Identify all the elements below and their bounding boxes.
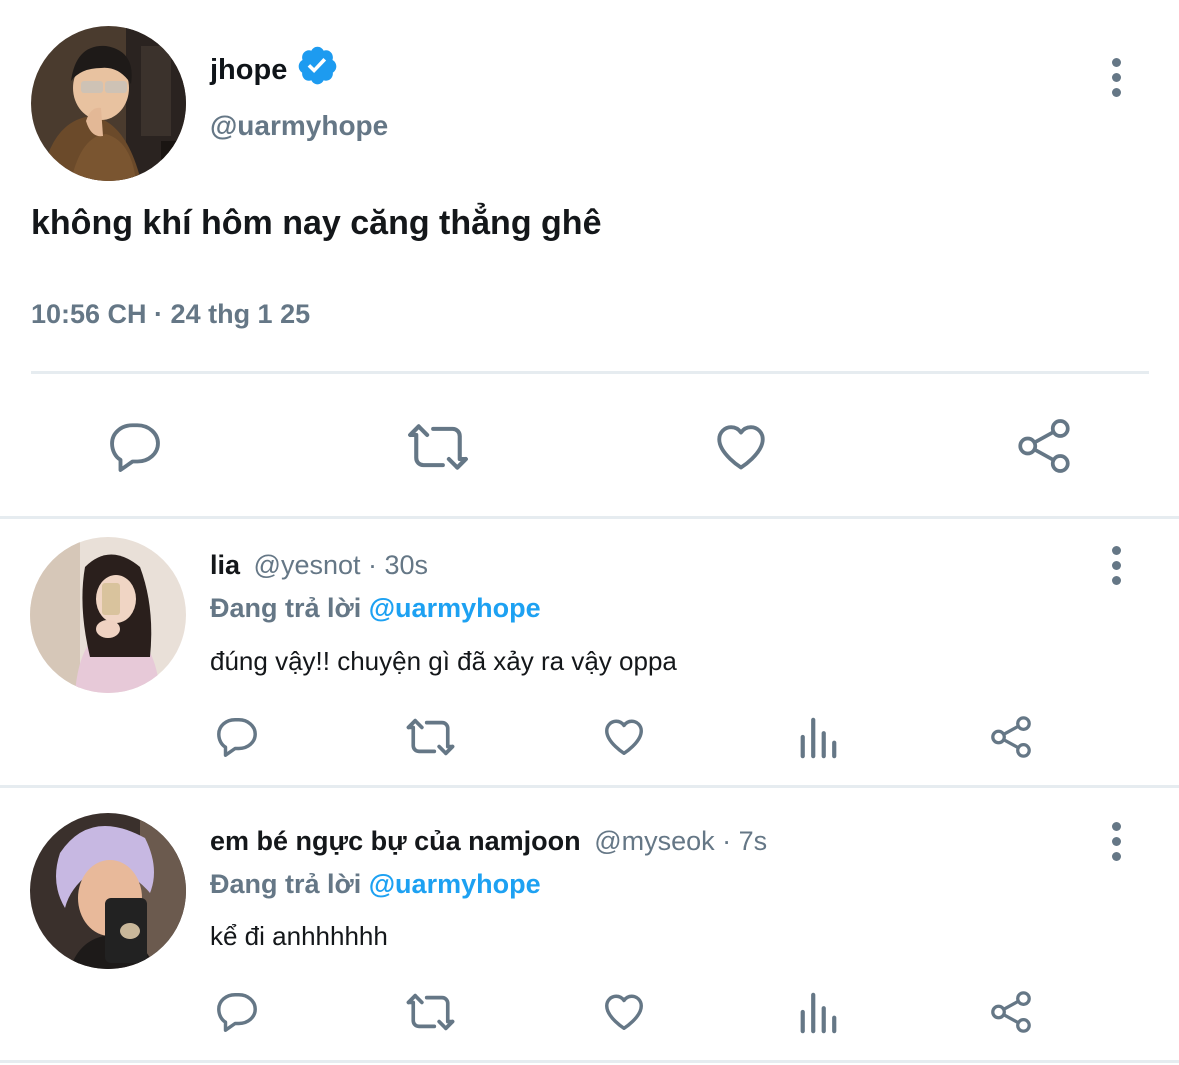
main-more-icon[interactable]: [1110, 58, 1122, 97]
reply-text: kể đi anhhhhhh: [210, 921, 388, 951]
reply-author-handle[interactable]: @yesnot: [254, 550, 361, 580]
like-icon[interactable]: [712, 418, 770, 476]
replying-prefix: Đang trả lời: [210, 593, 362, 623]
main-tweet-timestamp[interactable]: 10:56 CH · 24 thg 1 25: [31, 299, 310, 330]
section-divider: [0, 516, 1179, 519]
replying-to-line: Đang trả lời @uarmyhope: [210, 593, 541, 624]
replying-to-mention[interactable]: @uarmyhope: [369, 593, 541, 623]
retweet-icon[interactable]: [403, 714, 458, 760]
replying-to-line: Đang trả lời @uarmyhope: [210, 869, 541, 900]
reply-icon[interactable]: [106, 418, 164, 476]
reply-avatar[interactable]: [30, 813, 186, 969]
reply-icon[interactable]: [214, 714, 260, 760]
replying-to-mention[interactable]: @uarmyhope: [369, 869, 541, 899]
share-icon[interactable]: [988, 714, 1034, 760]
main-tweet-text: không khí hôm nay căng thẳng ghê: [31, 204, 602, 242]
main-avatar[interactable]: [31, 26, 186, 181]
bottom-divider: [0, 1060, 1179, 1063]
main-author-name[interactable]: jhope: [210, 54, 287, 87]
reply-author-name[interactable]: lia: [210, 550, 240, 580]
verified-badge-icon: [296, 44, 339, 87]
retweet-icon[interactable]: [403, 989, 458, 1035]
reply-header: lia @yesnot · 30s: [210, 550, 428, 581]
main-divider: [31, 371, 1149, 374]
reply-author-handle[interactable]: @myseok: [594, 826, 714, 856]
reply-text: đúng vậy!! chuyện gì đã xảy ra vậy oppa: [210, 646, 677, 676]
reply-avatar[interactable]: [30, 537, 186, 693]
main-author-handle[interactable]: @uarmyhope: [210, 110, 388, 142]
reply-time[interactable]: · 7s: [722, 826, 767, 856]
reply-divider: [0, 785, 1179, 788]
analytics-icon[interactable]: [797, 714, 839, 760]
reply-icon[interactable]: [214, 989, 260, 1035]
like-icon[interactable]: [601, 714, 647, 760]
reply-header: em bé ngực bự của namjoon @myseok · 7s: [210, 826, 767, 857]
replying-prefix: Đang trả lời: [210, 869, 362, 899]
reply-more-icon[interactable]: [1110, 546, 1122, 585]
reply-author-name[interactable]: em bé ngực bự của namjoon: [210, 826, 581, 856]
reply-time[interactable]: · 30s: [368, 550, 428, 580]
retweet-icon[interactable]: [404, 418, 472, 476]
like-icon[interactable]: [601, 989, 647, 1035]
analytics-icon[interactable]: [797, 989, 839, 1035]
reply-more-icon[interactable]: [1110, 822, 1122, 861]
share-icon[interactable]: [1014, 416, 1074, 476]
share-icon[interactable]: [988, 989, 1034, 1035]
